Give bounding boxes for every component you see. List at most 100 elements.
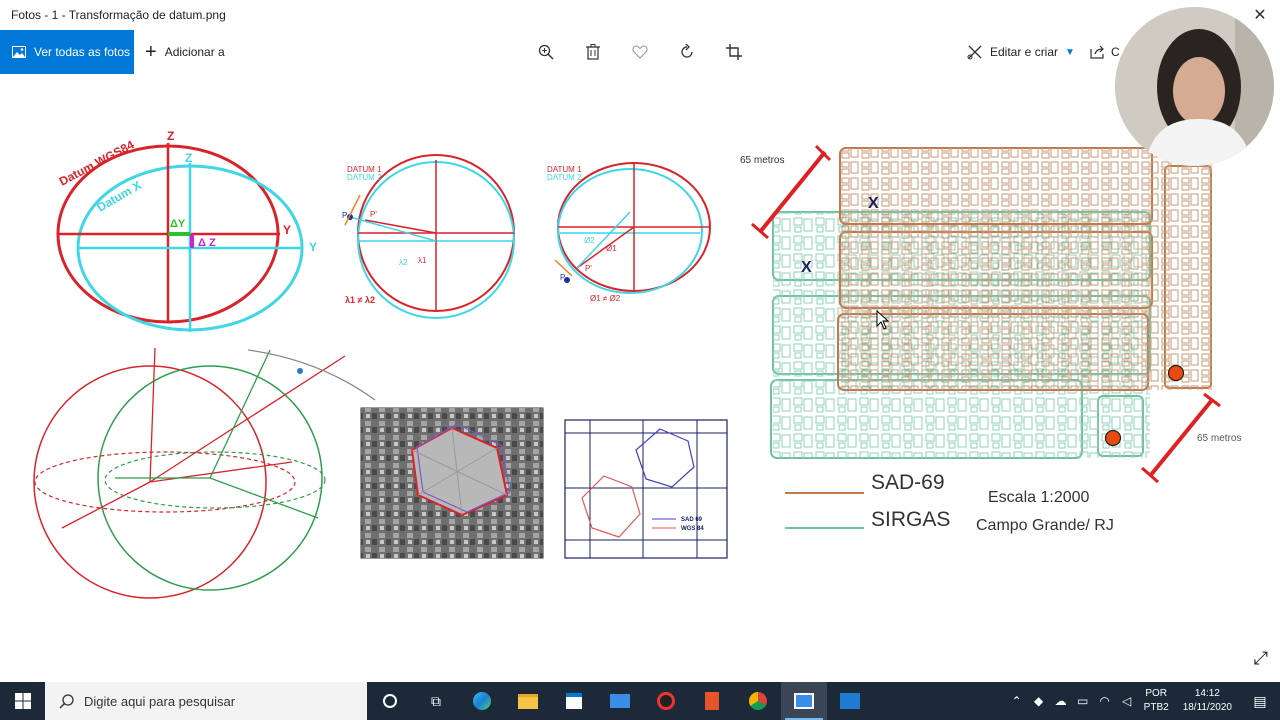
photos-app-icon [794,693,814,709]
taskbar-search-box[interactable]: Digite aqui para pesquisar [45,682,367,720]
cortana-icon [383,694,397,708]
chevron-up-icon[interactable]: ⌃ [1006,694,1028,708]
office-app[interactable] [689,682,735,720]
language-indicator[interactable]: POR PTB2 [1138,687,1175,715]
clock-time: 14:12 [1194,688,1220,699]
start-button[interactable] [0,682,45,720]
zoom-in-icon [538,44,554,60]
label-z-red: Z [167,129,174,143]
store-app[interactable] [551,682,597,720]
notification-icon[interactable]: ▤ [1240,693,1280,710]
crop-button[interactable] [716,30,752,74]
search-placeholder: Digite aqui para pesquisar [84,693,236,709]
label-lambda-ineq: λ1 ≠ λ2 [345,295,375,305]
map-scale: Escala 1:2000 [988,489,1090,506]
label-lambda1: λ1 [418,256,427,265]
photos-app[interactable] [781,682,827,720]
photo-toolbar: Ver todas as fotos + Adicionar a Editar … [0,30,1280,74]
aerial-photo-overlay [360,407,544,559]
recorder-app[interactable] [643,682,689,720]
dropbox-icon[interactable]: ◆ [1028,694,1050,708]
legend-sad69-small: SAD 69 [681,517,703,523]
mail-icon [610,694,630,708]
lang-top: POR [1145,688,1168,699]
label-65m-top: 65 metros [740,155,784,166]
title-bar: Fotos - 1 - Transformação de datum.png ✕ [0,0,1280,30]
fullscreen-icon[interactable]: ⤢ [1254,648,1268,669]
search-icon [59,693,74,709]
wifi-icon[interactable]: ◠ [1094,694,1116,708]
add-to-button[interactable]: + Adicionar a [145,30,225,74]
label-y-red: Y [283,223,291,237]
edge-app[interactable] [459,682,505,720]
battery-icon[interactable]: ▭ [1072,694,1094,708]
window-title: Fotos - 1 - Transformação de datum.png [11,8,226,22]
crop-icon [726,44,742,60]
legend-sirgas: SIRGAS [871,508,950,531]
share-button[interactable]: C [1089,30,1120,74]
view-all-photos-label: Ver todas as fotos [34,45,131,59]
label-phi1: Ø1 [606,244,617,253]
task-view-icon: ⧉ [431,692,441,709]
map-place: Campo Grande/ RJ [976,517,1114,534]
store-icon [566,693,582,709]
label-lambda2: λ2 [399,258,408,267]
favorite-button[interactable] [622,30,658,74]
heart-icon [632,45,648,59]
label-datum2-b: DATUM 2 [547,173,582,182]
street-map-comparison: 65 metros 65 metros X X SAD-69 SIRGAS Es… [740,144,1241,534]
video-app[interactable] [827,682,873,720]
label-pp-b: P' [585,264,592,273]
label-phi-ineq: Ø1 ≠ Ø2 [590,294,621,303]
view-all-photos-button[interactable]: Ver todas as fotos [0,30,134,74]
chrome-icon [749,692,767,710]
clock[interactable]: 14:12 18/11/2020 [1175,687,1240,715]
trash-icon [586,44,600,60]
edit-create-button[interactable]: Editar e criar ▼ [967,30,1075,74]
label-phi2: Ø2 [584,236,595,245]
photo-viewer-canvas[interactable]: Datum WGS84 Datum X Z Z Y Y ΔY Δ Z DATUM… [0,74,1280,682]
system-tray: ⌃ ◆ ☁ ▭ ◠ ◁ POR PTB2 14:12 18/11/2020 ▤ [1006,682,1280,720]
label-p-b: P [560,273,565,282]
cortana-button[interactable] [367,682,413,720]
task-view-button[interactable]: ⧉ [413,682,459,720]
mail-app[interactable] [597,682,643,720]
label-y-cyan: Y [309,240,317,254]
label-z-cyan: Z [185,151,192,165]
office-icon [705,692,719,710]
latitude-diagram: DATUM 1 DATUM 2 Ø2 Ø1 P P' Ø1 ≠ Ø2 [547,162,711,303]
windows-icon [14,693,31,709]
video-icon [840,693,860,709]
label-delta-z: Δ Z [198,237,216,249]
rotate-button[interactable] [669,30,705,74]
label-pp-a: P' [370,210,377,219]
label-datum2-a: DATUM 2 [347,173,382,182]
record-icon [657,692,675,710]
clock-date: 18/11/2020 [1182,702,1232,713]
label-delta-y: ΔY [170,218,186,230]
longitude-diagram: DATUM 1 DATUM 2 P P' λ2 λ1 λ1 ≠ λ2 [342,154,515,319]
polygon-comparison-chart: SAD 69 WGS 84 [564,419,728,559]
folder-icon [518,693,538,709]
file-explorer-app[interactable] [505,682,551,720]
edge-icon [473,692,491,710]
legend-wgs84-small: WGS 84 [681,526,704,532]
onedrive-icon[interactable]: ☁ [1050,694,1072,708]
lang-bottom: PTB2 [1143,702,1169,713]
marker-x-1: X [868,195,879,212]
presenter-avatar [1115,7,1274,166]
share-label: C [1111,45,1120,59]
windows-taskbar: Digite aqui para pesquisar ⧉ ⌃ ◆ ☁ ▭ ◠ ◁… [0,682,1280,720]
plus-icon: + [145,41,157,63]
volume-icon[interactable]: ◁ [1116,694,1138,708]
chevron-down-icon: ▼ [1065,46,1075,58]
delete-button[interactable] [575,30,611,74]
zoom-in-button[interactable] [528,30,564,74]
webcam-overlay [1115,7,1274,166]
chrome-app[interactable] [735,682,781,720]
photos-icon [12,46,26,58]
share-icon [1090,45,1104,59]
marker-x-2: X [801,259,812,276]
label-p-a: P [342,211,347,220]
ellipsoid-shift-diagram: Datum WGS84 Datum X Z Z Y Y ΔY Δ Z [56,129,317,332]
